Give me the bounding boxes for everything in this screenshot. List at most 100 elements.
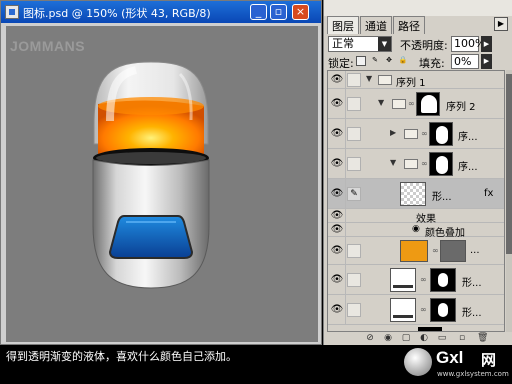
eye-icon[interactable]: 👁 <box>330 244 344 258</box>
panel-menu-arrow-icon[interactable]: ▶ <box>494 17 508 31</box>
layers-scrollbar[interactable] <box>506 70 512 332</box>
link-box-icon[interactable] <box>347 127 361 141</box>
link-box-icon[interactable] <box>347 157 361 171</box>
logo-circle-icon <box>404 348 432 376</box>
folder-icon <box>378 75 392 85</box>
restore-button[interactable]: ▫ <box>270 4 287 20</box>
blend-mode-value: 正常 <box>332 37 354 50</box>
opacity-label: 不透明度: <box>400 39 448 52</box>
chain-icon: ∞ <box>421 159 428 168</box>
eye-icon[interactable]: 👁 <box>330 223 344 237</box>
opacity-slider-arrow-icon[interactable]: ▶ <box>481 36 492 52</box>
lock-fill-row: 锁定: ✎ ✥ 🔒 填充: 0% ▶ <box>328 54 510 70</box>
layer-row-partial[interactable] <box>328 325 504 331</box>
fill-slider-arrow-icon[interactable]: ▶ <box>481 54 492 69</box>
layer-name: 形... <box>432 192 452 203</box>
expand-triangle-icon[interactable]: ▼ <box>390 158 396 167</box>
logo-brand: Gxl <box>436 348 464 367</box>
add-style-icon[interactable]: ◉ <box>383 333 393 343</box>
fill-input[interactable]: 0% <box>451 54 479 69</box>
layer-thumbnail[interactable] <box>400 182 426 206</box>
layer-mask-thumbnail[interactable] <box>430 298 456 322</box>
eye-icon[interactable]: 👁 <box>330 209 344 223</box>
close-button[interactable]: × <box>292 4 309 20</box>
eye-icon[interactable]: 👁 <box>330 73 344 87</box>
collapse-triangle-icon[interactable]: ▶ <box>390 128 396 137</box>
document-window: 图标.psd @ 150% (形状 43, RGB/8) _ ▫ × JOMMA… <box>0 0 322 345</box>
panel-header-strip <box>324 0 512 16</box>
layer-row-selected[interactable]: 👁 ✎ 形... fx <box>328 179 504 209</box>
layer-mask-thumbnail[interactable] <box>430 268 456 292</box>
layer-row[interactable]: 👁 ▼ ∞ 序列 2 <box>328 89 504 119</box>
link-box-icon[interactable] <box>347 97 361 111</box>
layer-name: 序列 1 <box>396 78 426 89</box>
link-layers-icon[interactable]: ⊘ <box>365 333 375 343</box>
tab-channels[interactable]: 通道 <box>360 16 392 34</box>
effects-row[interactable]: 👁 效果 <box>328 209 504 225</box>
brush-icon[interactable]: ✎ <box>347 187 361 201</box>
layer-row[interactable]: 👁 ▼ 序列 1 <box>328 71 504 89</box>
capsule-icon-artwork <box>92 61 210 289</box>
tab-paths[interactable]: 路径 <box>393 16 425 34</box>
eye-icon[interactable]: 👁 <box>330 127 344 141</box>
eye-icon[interactable]: 👁 <box>330 303 344 317</box>
eye-icon[interactable]: 👁 <box>330 273 344 287</box>
lock-all-icon[interactable]: 🔒 <box>398 56 408 66</box>
fx-circle-icon: ◉ <box>412 224 420 234</box>
layer-name: ... <box>470 245 480 256</box>
layer-thumbnail[interactable] <box>390 268 416 292</box>
layer-row[interactable]: 👁 ▼ ∞ 序... <box>328 149 504 179</box>
layers-panel: 图层 通道 路径 ▶ 正常 ▼ 不透明度: 100% ▶ 锁定: ✎ ✥ 🔒 填… <box>323 0 512 345</box>
layer-name: 序... <box>458 132 478 143</box>
lock-transparency-icon[interactable] <box>356 56 366 66</box>
layers-bottom-toolbar: ⊘ ◉ ▢ ◐ ▭ ▫ 🗑 <box>327 333 511 345</box>
chain-icon: ∞ <box>432 246 439 255</box>
minimize-button[interactable]: _ <box>250 4 267 20</box>
scrollbar-thumb[interactable] <box>506 74 512 254</box>
layer-name: 形... <box>462 278 482 289</box>
folder-icon <box>392 99 406 109</box>
link-box-icon[interactable] <box>347 73 361 87</box>
layer-row[interactable]: 👁 ∞ 形... <box>328 265 504 295</box>
blend-opacity-row: 正常 ▼ 不透明度: 100% ▶ <box>328 36 510 53</box>
layer-mask-thumbnail[interactable] <box>429 122 453 146</box>
lock-paint-icon[interactable]: ✎ <box>370 56 380 66</box>
expand-triangle-icon[interactable]: ▼ <box>366 74 372 83</box>
folder-icon <box>404 129 418 139</box>
eye-icon[interactable]: 👁 <box>330 157 344 171</box>
layer-mask-thumbnail[interactable] <box>440 240 466 262</box>
link-box-icon[interactable] <box>347 273 361 287</box>
link-box-icon[interactable] <box>347 244 361 258</box>
chain-icon: ∞ <box>408 99 415 108</box>
layer-name: 序... <box>458 162 478 173</box>
canvas[interactable]: JOMMANS <box>6 26 318 342</box>
add-mask-icon[interactable]: ▢ <box>401 333 411 343</box>
expand-triangle-icon[interactable]: ▼ <box>378 98 384 107</box>
layer-mask-thumbnail[interactable] <box>429 152 453 176</box>
layer-row[interactable]: 👁 ∞ ... <box>328 237 504 265</box>
document-titlebar[interactable]: 图标.psd @ 150% (形状 43, RGB/8) _ ▫ × <box>1 1 321 23</box>
link-box-icon[interactable] <box>347 303 361 317</box>
eye-icon[interactable]: 👁 <box>330 97 344 111</box>
lock-move-icon[interactable]: ✥ <box>384 56 394 66</box>
opacity-input[interactable]: 100% <box>451 36 485 52</box>
layer-row[interactable]: 👁 ∞ 形... <box>328 295 504 325</box>
chain-icon: ∞ <box>421 129 428 138</box>
trash-icon[interactable]: 🗑 <box>477 333 488 343</box>
layer-row[interactable]: 👁 ▶ ∞ 序... <box>328 119 504 149</box>
fx-badge[interactable]: fx <box>484 188 493 199</box>
photoshop-doc-icon <box>5 5 19 19</box>
chevron-down-icon: ▼ <box>378 37 391 51</box>
site-logo: Gxl 网 www.gxlsystem.com <box>404 348 509 384</box>
new-group-icon[interactable]: ▭ <box>437 333 447 343</box>
effect-item-row[interactable]: 👁 ◉ 颜色叠加 <box>328 223 504 239</box>
blend-mode-select[interactable]: 正常 ▼ <box>328 36 392 52</box>
layer-mask-thumbnail[interactable] <box>416 92 440 116</box>
new-adjustment-icon[interactable]: ◐ <box>419 333 429 343</box>
layer-thumbnail[interactable] <box>390 298 416 322</box>
tab-layers[interactable]: 图层 <box>327 16 359 34</box>
eye-icon[interactable]: 👁 <box>330 187 344 201</box>
new-layer-icon[interactable]: ▫ <box>457 333 467 343</box>
layer-thumbnail <box>418 327 442 331</box>
layer-thumbnail[interactable] <box>400 240 428 262</box>
